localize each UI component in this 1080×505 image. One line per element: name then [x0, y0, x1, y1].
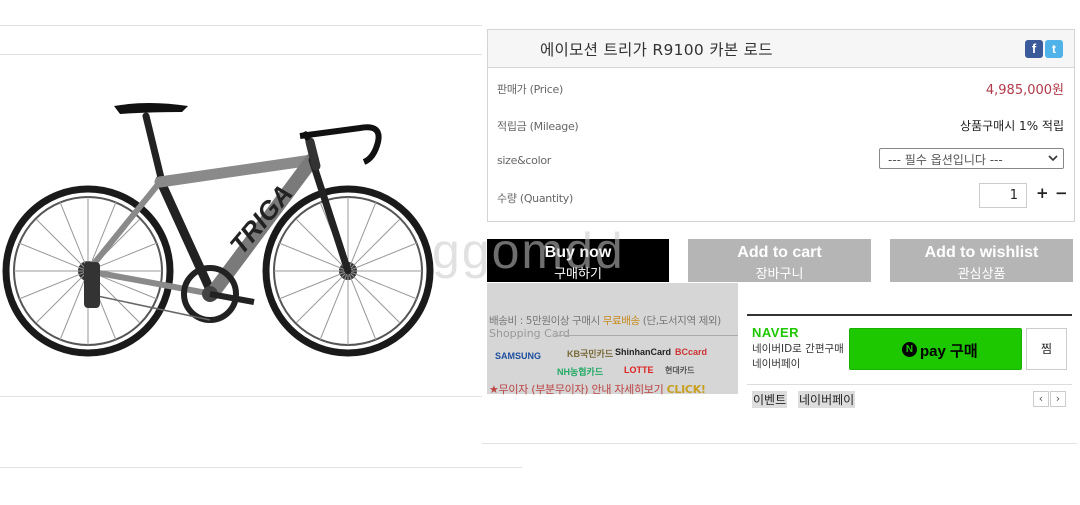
option-select[interactable]: --- 필수 옵션입니다 --- — [879, 148, 1064, 169]
product-title: 에이모션 트리가 R9100 카본 로드 — [540, 41, 773, 59]
divider — [0, 54, 482, 55]
shopping-card-heading: Shopping Card — [489, 327, 570, 340]
zzim-button[interactable]: 찜 — [1026, 328, 1067, 370]
divider — [747, 314, 1072, 316]
event-link[interactable]: 이벤트 — [752, 391, 788, 408]
divider — [0, 25, 482, 26]
buy-now-button[interactable]: Buy now 구매하기 — [487, 239, 669, 282]
buy-now-label: Buy now — [544, 244, 612, 261]
divider — [482, 443, 1077, 444]
lotte-card-logo: LOTTE — [624, 365, 654, 375]
twitter-icon[interactable]: t — [1045, 40, 1063, 58]
option-label: size&color — [497, 154, 551, 167]
naverpay-description: 네이버ID로 간편구매 네이버페이 — [752, 342, 844, 372]
facebook-icon[interactable]: f — [1025, 40, 1043, 58]
naver-n-icon: N — [902, 342, 917, 357]
naverpay-buy-button[interactable]: N pay 구매 — [849, 328, 1022, 370]
click-text: CLICK! — [666, 383, 706, 396]
mileage-value: 상품구매시 1% 적립 — [960, 119, 1064, 133]
hyundai-card-logo: 현대카드 — [665, 366, 695, 375]
naverpay-event-link[interactable]: 네이버페이 — [798, 391, 856, 408]
mileage-label: 적립금 (Mileage) — [497, 120, 579, 133]
price-label: 판매가 (Price) — [497, 83, 563, 96]
shipping-label: 배송비 : — [489, 315, 526, 327]
samsung-card-logo: SAMSUNG — [495, 351, 542, 361]
quantity-input[interactable]: 1 — [979, 183, 1027, 208]
interest-free-text: ★무이자 (부분무이자) 안내 자세히보기 — [489, 383, 667, 396]
buy-now-sublabel: 구매하기 — [554, 267, 602, 282]
shipping-text: 5만원이상 구매시 — [525, 315, 603, 327]
divider — [0, 396, 482, 397]
naverpay-buy-label: pay 구매 — [920, 343, 978, 360]
divider — [0, 467, 522, 468]
naverpay-desc-line1: 네이버ID로 간편구매 — [752, 343, 844, 355]
add-to-cart-sublabel: 장바구니 — [755, 267, 804, 282]
shinhan-card-logo: ShinhanCard — [615, 347, 672, 357]
free-shipping-text: 무료배송 — [602, 315, 640, 327]
chevron-left-icon[interactable]: ‹ — [1033, 391, 1049, 407]
product-info-panel: 에이모션 트리가 R9100 카본 로드 f t 판매가 (Price) 4,9… — [487, 29, 1075, 222]
chevron-down-icon — [1048, 155, 1058, 162]
add-to-wishlist-sublabel: 관심상품 — [957, 267, 1006, 282]
kb-card-logo: KB국민카드 — [567, 349, 614, 359]
option-select-value: --- 필수 옵션입니다 --- — [888, 153, 1003, 167]
shipping-info: 배송비 : 5만원이상 구매시 무료배송 (단,도서지역 제외) — [489, 313, 721, 328]
mileage-row: 적립금 (Mileage) 상품구매시 1% 적립 — [488, 107, 1074, 143]
naverpay-desc-line2: 네이버페이 — [752, 358, 801, 370]
interest-free-link[interactable]: ★무이자 (부분무이자) 안내 자세히보기 CLICK! — [489, 381, 706, 397]
add-to-cart-label: Add to cart — [737, 244, 822, 261]
naver-logo: NAVER — [752, 325, 800, 340]
add-to-wishlist-button[interactable]: Add to wishlist 관심상품 — [890, 239, 1073, 282]
shipping-card-panel: 배송비 : 5만원이상 구매시 무료배송 (단,도서지역 제외) Shoppin… — [487, 283, 738, 397]
quantity-plus-button[interactable]: + — [1036, 184, 1049, 202]
divider — [747, 384, 1072, 385]
divider — [555, 335, 738, 336]
product-image-bicycle: TRIGA — [2, 103, 434, 357]
price-row: 판매가 (Price) 4,985,000원 — [488, 70, 1074, 106]
quantity-minus-button[interactable]: − — [1055, 184, 1068, 202]
nh-card-logo: NH농협카드 — [557, 367, 604, 377]
bc-card-logo: BCcard — [675, 347, 708, 357]
add-to-cart-button[interactable]: Add to cart 장바구니 — [688, 239, 871, 282]
product-header: 에이모션 트리가 R9100 카본 로드 f t — [488, 30, 1074, 68]
shipping-note: (단,도서지역 제외) — [639, 315, 721, 327]
chevron-right-icon[interactable]: › — [1050, 391, 1066, 407]
price-value: 4,985,000원 — [985, 83, 1064, 98]
add-to-wishlist-label: Add to wishlist — [924, 244, 1039, 261]
quantity-label: 수량 (Quantity) — [497, 192, 573, 205]
